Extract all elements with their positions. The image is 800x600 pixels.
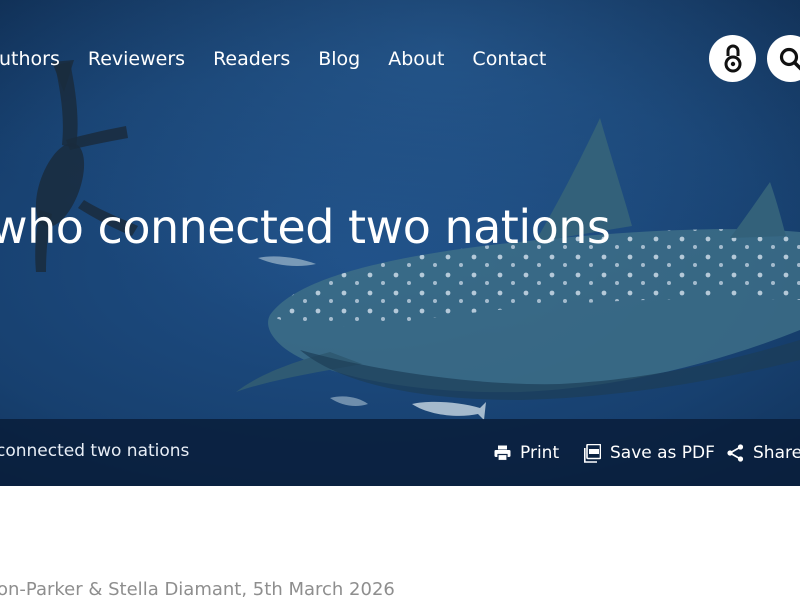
nav-link-authors[interactable]: Authors [0,48,60,70]
article-byline: on-Parker & Stella Diamant, 5th March 20… [0,579,395,600]
breadcrumb: connected two nations [0,441,190,461]
save-as-pdf-button[interactable]: Save as PDF [584,441,715,465]
print-button[interactable]: Print [494,441,559,465]
pdf-icon [584,443,601,463]
nav-link-readers[interactable]: Readers [213,48,290,70]
nav-link-contact[interactable]: Contact [472,48,546,70]
share-label: Share [753,443,800,463]
main-nav: Authors Reviewers Readers Blog About Con… [0,0,800,118]
print-label: Print [520,443,560,463]
open-access-icon [724,44,741,72]
search-icon [779,47,800,71]
nav-link-reviewers[interactable]: Reviewers [88,48,185,70]
hero-banner: Authors Reviewers Readers Blog About Con… [0,0,800,486]
nav-link-blog[interactable]: Blog [318,48,360,70]
share-button[interactable]: Share [727,441,800,465]
nav-links: Authors Reviewers Readers Blog About Con… [0,44,574,74]
printer-icon [494,445,511,461]
search-button[interactable] [767,35,800,82]
nav-link-about[interactable]: About [388,48,444,70]
open-access-button[interactable] [709,35,756,82]
pdf-label: Save as PDF [610,443,715,463]
share-icon [727,444,744,462]
page-title: who connected two nations [0,200,611,254]
